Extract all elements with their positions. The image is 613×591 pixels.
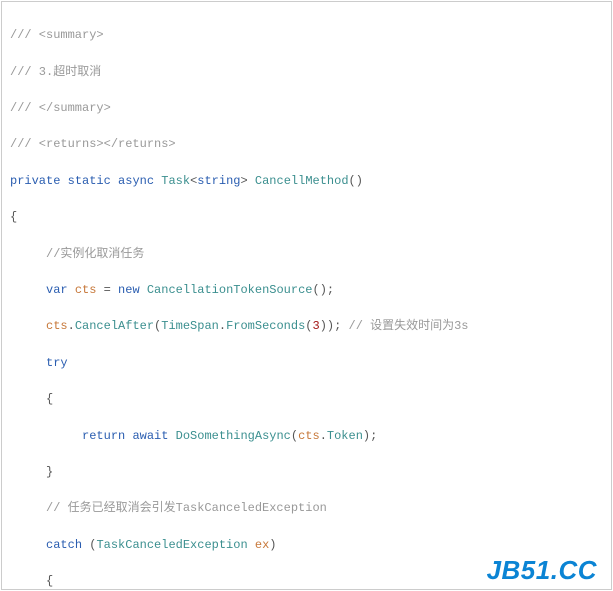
xmldoc-returns: /// <returns></returns> — [10, 137, 176, 151]
comment-timeout: // 设置失效时间为3s — [349, 319, 469, 333]
code-snippet: /// <summary> /// 3.超时取消 /// </summary> … — [1, 1, 612, 590]
xmldoc-summary-close: /// </summary> — [10, 101, 111, 115]
kw-catch: catch — [46, 538, 82, 552]
type-timespan: TimeSpan — [161, 319, 219, 333]
lparen: ( — [291, 429, 298, 443]
id-cts: cts — [75, 283, 97, 297]
kw-private: private — [10, 174, 60, 188]
m-fromseconds: FromSeconds — [226, 319, 305, 333]
xmldoc-summary-text: /// 3.超时取消 — [10, 65, 101, 79]
method-name-cancellmethod: CancellMethod — [255, 174, 349, 188]
id-cts: cts — [46, 319, 68, 333]
dot: . — [320, 429, 327, 443]
rparen: ) — [327, 319, 334, 333]
semicolon: ; — [370, 429, 377, 443]
brace-open: { — [46, 392, 53, 406]
semicolon: ; — [327, 283, 334, 297]
prop-token: Token — [327, 429, 363, 443]
brace-open: { — [46, 574, 53, 588]
kw-var: var — [46, 283, 68, 297]
parens: () — [349, 174, 363, 188]
dot: . — [219, 319, 226, 333]
type-taskcanceledexception: TaskCanceledException — [96, 538, 247, 552]
kw-async: async — [118, 174, 154, 188]
kw-await: await — [132, 429, 168, 443]
kw-try: try — [46, 356, 68, 370]
rparen: ) — [269, 538, 276, 552]
xmldoc-summary-open: /// <summary> — [10, 28, 104, 42]
kw-new: new — [118, 283, 140, 297]
op-equals: = — [96, 283, 118, 297]
brace-open: { — [10, 210, 17, 224]
rparen: ) — [320, 319, 327, 333]
kw-return: return — [82, 429, 125, 443]
parens: () — [313, 283, 327, 297]
type-task: Task — [161, 174, 190, 188]
dot: . — [68, 319, 75, 333]
comment-instantiate: //实例化取消任务 — [46, 247, 144, 261]
kw-static: static — [68, 174, 111, 188]
type-cts: CancellationTokenSource — [147, 283, 313, 297]
method-signature-1: private static async Task<string> Cancel… — [10, 172, 603, 190]
num-3: 3 — [312, 319, 319, 333]
type-string: string — [197, 174, 240, 188]
m-dosomethingasync: DoSomethingAsync — [176, 429, 291, 443]
watermark-logo: JB51.CC — [487, 561, 597, 579]
id-ex: ex — [255, 538, 269, 552]
semicolon: ; — [334, 319, 341, 333]
comment-exception: // 任务已经取消会引发TaskCanceledException — [46, 501, 327, 515]
brace-close: } — [46, 465, 53, 479]
id-cts: cts — [298, 429, 320, 443]
m-cancelafter: CancelAfter — [75, 319, 154, 333]
